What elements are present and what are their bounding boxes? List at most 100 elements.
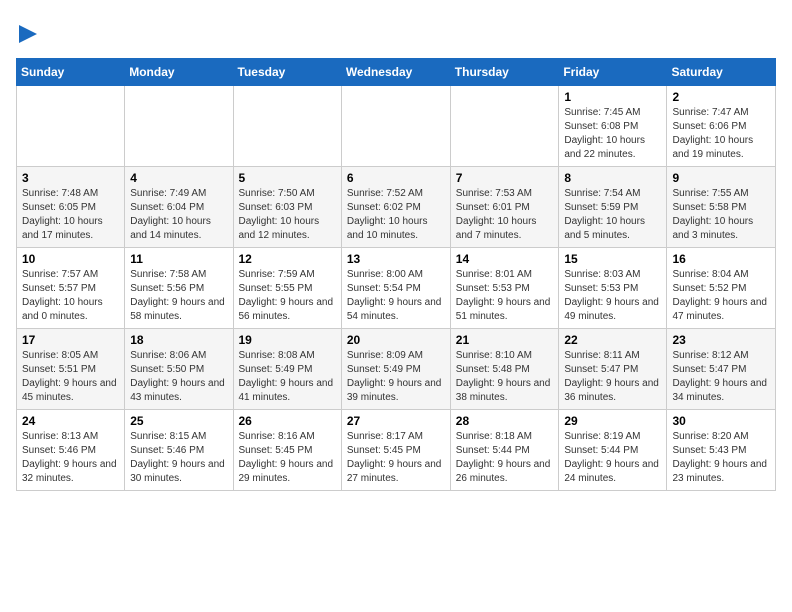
day-number: 24 (22, 414, 119, 428)
cell-content: Sunrise: 8:19 AMSunset: 5:44 PMDaylight:… (564, 430, 661, 486)
weekday-header-row: SundayMondayTuesdayWednesdayThursdayFrid… (17, 59, 776, 86)
cell-content: Sunrise: 7:54 AMSunset: 5:59 PMDaylight:… (564, 187, 661, 243)
calendar-cell: 16 Sunrise: 8:04 AMSunset: 5:52 PMDayligh… (667, 248, 776, 329)
calendar-cell: 19 Sunrise: 8:08 AMSunset: 5:49 PMDayligh… (233, 329, 341, 410)
day-number: 12 (239, 252, 336, 266)
day-number: 21 (456, 333, 554, 347)
calendar-cell: 28Sunrise: 8:18 AMSunset: 5:44 PMDayligh… (450, 410, 559, 491)
day-number: 3 (22, 171, 119, 185)
day-number: 9 (672, 171, 770, 185)
cell-content: Sunrise: 8:00 AMSunset: 5:54 PMDaylight:… (347, 268, 445, 324)
day-number: 7 (456, 171, 554, 185)
cell-content: Sunrise: 7:59 AMSunset: 5:55 PMDaylight:… (239, 268, 336, 324)
cell-content: Sunrise: 8:20 AMSunset: 5:43 PMDaylight:… (672, 430, 770, 486)
weekday-header-friday: Friday (559, 59, 667, 86)
day-number: 19 (239, 333, 336, 347)
weekday-header-monday: Monday (125, 59, 233, 86)
cell-content: Sunrise: 8:08 AMSunset: 5:49 PMDaylight:… (239, 349, 336, 405)
calendar-cell: 1 Sunrise: 7:45 AMSunset: 6:08 PMDaylight… (559, 86, 667, 167)
calendar-week-5: 24 Sunrise: 8:13 AMSunset: 5:46 PMDayligh… (17, 410, 776, 491)
calendar-cell: 4 Sunrise: 7:49 AMSunset: 6:04 PMDaylight… (125, 167, 233, 248)
calendar-cell: 29 Sunrise: 8:19 AMSunset: 5:44 PMDayligh… (559, 410, 667, 491)
cell-content: Sunrise: 7:55 AMSunset: 5:58 PMDaylight:… (672, 187, 770, 243)
calendar-cell: 17 Sunrise: 8:05 AMSunset: 5:51 PMDayligh… (17, 329, 125, 410)
calendar-cell (450, 86, 559, 167)
day-number: 6 (347, 171, 445, 185)
calendar-cell: 11Sunrise: 7:58 AMSunset: 5:56 PMDayligh… (125, 248, 233, 329)
weekday-header-wednesday: Wednesday (341, 59, 450, 86)
calendar-week-1: 1 Sunrise: 7:45 AMSunset: 6:08 PMDaylight… (17, 86, 776, 167)
cell-content: Sunrise: 7:49 AMSunset: 6:04 PMDaylight:… (130, 187, 227, 243)
calendar-cell: 9 Sunrise: 7:55 AMSunset: 5:58 PMDaylight… (667, 167, 776, 248)
day-number: 23 (672, 333, 770, 347)
calendar-cell (125, 86, 233, 167)
day-number: 27 (347, 414, 445, 428)
calendar-table: SundayMondayTuesdayWednesdayThursdayFrid… (16, 58, 776, 491)
day-number: 8 (564, 171, 661, 185)
calendar-cell: 18Sunrise: 8:06 AMSunset: 5:50 PMDayligh… (125, 329, 233, 410)
cell-content: Sunrise: 7:45 AMSunset: 6:08 PMDaylight:… (564, 106, 661, 162)
calendar-cell: 25Sunrise: 8:15 AMSunset: 5:46 PMDayligh… (125, 410, 233, 491)
cell-content: Sunrise: 8:12 AMSunset: 5:47 PMDaylight:… (672, 349, 770, 405)
day-number: 16 (672, 252, 770, 266)
calendar-cell: 22 Sunrise: 8:11 AMSunset: 5:47 PMDayligh… (559, 329, 667, 410)
weekday-header-tuesday: Tuesday (233, 59, 341, 86)
page-header (16, 16, 776, 48)
cell-content: Sunrise: 8:17 AMSunset: 5:45 PMDaylight:… (347, 430, 445, 486)
weekday-header-thursday: Thursday (450, 59, 559, 86)
calendar-cell: 6 Sunrise: 7:52 AMSunset: 6:02 PMDaylight… (341, 167, 450, 248)
day-number: 10 (22, 252, 119, 266)
cell-content: Sunrise: 8:01 AMSunset: 5:53 PMDaylight:… (456, 268, 554, 324)
cell-content: Sunrise: 8:10 AMSunset: 5:48 PMDaylight:… (456, 349, 554, 405)
day-number: 17 (22, 333, 119, 347)
cell-content: Sunrise: 8:11 AMSunset: 5:47 PMDaylight:… (564, 349, 661, 405)
calendar-cell: 5Sunrise: 7:50 AMSunset: 6:03 PMDaylight… (233, 167, 341, 248)
weekday-header-saturday: Saturday (667, 59, 776, 86)
day-number: 20 (347, 333, 445, 347)
calendar-week-3: 10 Sunrise: 7:57 AMSunset: 5:57 PMDayligh… (17, 248, 776, 329)
day-number: 28 (456, 414, 554, 428)
cell-content: Sunrise: 7:48 AMSunset: 6:05 PMDaylight:… (22, 187, 119, 243)
calendar-cell: 8 Sunrise: 7:54 AMSunset: 5:59 PMDaylight… (559, 167, 667, 248)
day-number: 2 (672, 90, 770, 104)
calendar-cell: 20Sunrise: 8:09 AMSunset: 5:49 PMDayligh… (341, 329, 450, 410)
calendar-cell: 3 Sunrise: 7:48 AMSunset: 6:05 PMDaylight… (17, 167, 125, 248)
calendar-cell (17, 86, 125, 167)
calendar-cell (341, 86, 450, 167)
calendar-cell: 24 Sunrise: 8:13 AMSunset: 5:46 PMDayligh… (17, 410, 125, 491)
day-number: 29 (564, 414, 661, 428)
calendar-cell: 2 Sunrise: 7:47 AMSunset: 6:06 PMDaylight… (667, 86, 776, 167)
day-number: 14 (456, 252, 554, 266)
cell-content: Sunrise: 8:04 AMSunset: 5:52 PMDaylight:… (672, 268, 770, 324)
calendar-cell: 12 Sunrise: 7:59 AMSunset: 5:55 PMDayligh… (233, 248, 341, 329)
calendar-cell: 13Sunrise: 8:00 AMSunset: 5:54 PMDayligh… (341, 248, 450, 329)
calendar-cell: 27 Sunrise: 8:17 AMSunset: 5:45 PMDayligh… (341, 410, 450, 491)
day-number: 22 (564, 333, 661, 347)
day-number: 11 (130, 252, 227, 266)
day-number: 5 (239, 171, 336, 185)
cell-content: Sunrise: 7:57 AMSunset: 5:57 PMDaylight:… (22, 268, 119, 324)
cell-content: Sunrise: 8:13 AMSunset: 5:46 PMDaylight:… (22, 430, 119, 486)
logo (16, 16, 37, 48)
day-number: 18 (130, 333, 227, 347)
cell-content: Sunrise: 7:52 AMSunset: 6:02 PMDaylight:… (347, 187, 445, 243)
calendar-body: 1 Sunrise: 7:45 AMSunset: 6:08 PMDaylight… (17, 86, 776, 491)
weekday-header-sunday: Sunday (17, 59, 125, 86)
calendar-week-4: 17 Sunrise: 8:05 AMSunset: 5:51 PMDayligh… (17, 329, 776, 410)
day-number: 15 (564, 252, 661, 266)
calendar-cell: 21 Sunrise: 8:10 AMSunset: 5:48 PMDayligh… (450, 329, 559, 410)
calendar-cell: 30 Sunrise: 8:20 AMSunset: 5:43 PMDayligh… (667, 410, 776, 491)
cell-content: Sunrise: 7:47 AMSunset: 6:06 PMDaylight:… (672, 106, 770, 162)
calendar-header: SundayMondayTuesdayWednesdayThursdayFrid… (17, 59, 776, 86)
cell-content: Sunrise: 8:03 AMSunset: 5:53 PMDaylight:… (564, 268, 661, 324)
day-number: 26 (239, 414, 336, 428)
day-number: 4 (130, 171, 227, 185)
day-number: 1 (564, 90, 661, 104)
calendar-cell: 7Sunrise: 7:53 AMSunset: 6:01 PMDaylight… (450, 167, 559, 248)
calendar-cell: 26Sunrise: 8:16 AMSunset: 5:45 PMDayligh… (233, 410, 341, 491)
calendar-cell (233, 86, 341, 167)
calendar-cell: 15 Sunrise: 8:03 AMSunset: 5:53 PMDayligh… (559, 248, 667, 329)
cell-content: Sunrise: 8:15 AMSunset: 5:46 PMDaylight:… (130, 430, 227, 486)
cell-content: Sunrise: 8:05 AMSunset: 5:51 PMDaylight:… (22, 349, 119, 405)
day-number: 30 (672, 414, 770, 428)
